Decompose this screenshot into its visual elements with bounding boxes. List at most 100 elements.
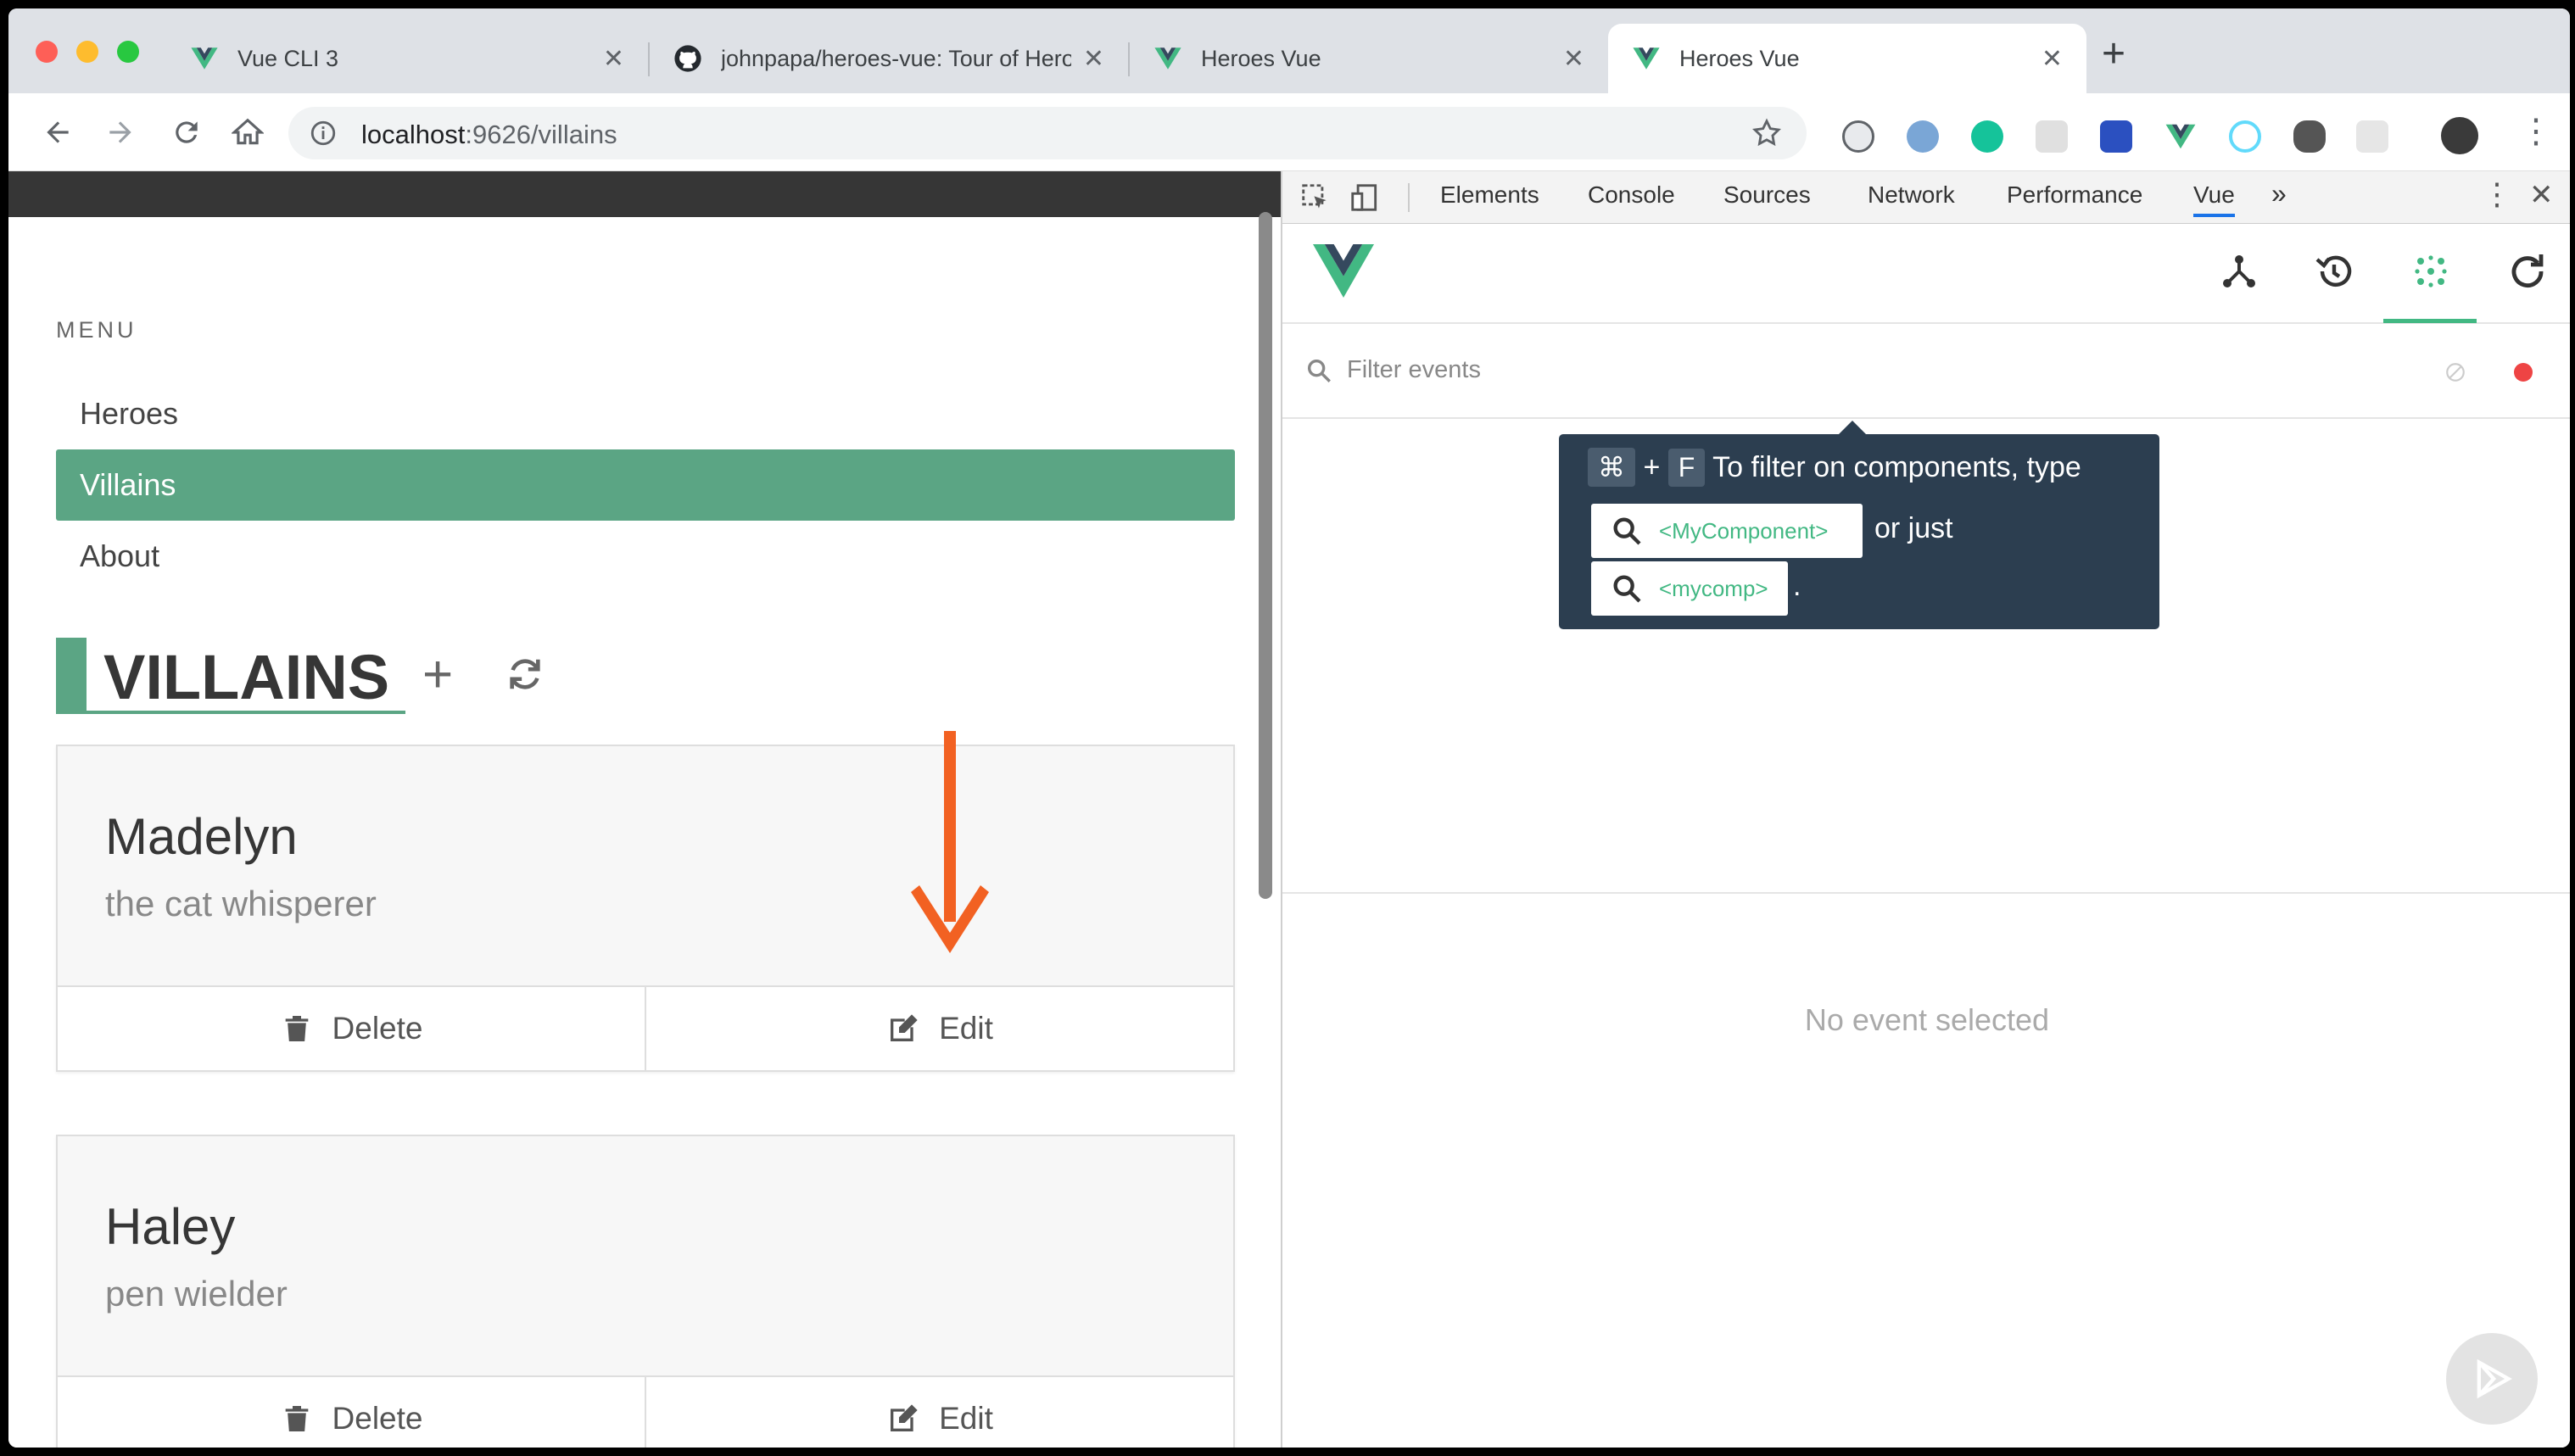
extension-icon[interactable] (2100, 120, 2132, 153)
more-tabs-button[interactable]: » (2271, 178, 2287, 209)
close-tab-icon[interactable]: ✕ (1083, 44, 1104, 74)
play-overlay-button[interactable] (2446, 1333, 2538, 1425)
f-key: F (1667, 449, 1706, 487)
vue-devtools-extension-icon[interactable] (2164, 120, 2197, 153)
inspect-element-icon[interactable] (1299, 181, 1332, 214)
annotation-arrow-icon (911, 731, 989, 953)
refresh-icon[interactable] (2507, 251, 2548, 292)
tab-elements[interactable]: Elements (1440, 181, 1539, 209)
tab-performance[interactable]: Performance (2007, 181, 2142, 209)
browser-tab[interactable]: Heroes Vue ✕ (1130, 24, 1608, 93)
vue-devtools-header (1282, 224, 2570, 324)
menu-item-heroes[interactable]: Heroes (56, 378, 1235, 449)
villain-card[interactable]: Haley pen wielder Delete Edit (56, 1135, 1235, 1448)
panel-divider[interactable] (1282, 892, 2570, 894)
home-button[interactable] (226, 110, 270, 154)
menu-item-villains[interactable]: Villains (56, 449, 1235, 521)
menu-item-label: Heroes (80, 396, 179, 431)
filter-events-input[interactable] (1347, 356, 2280, 384)
history-icon[interactable] (2314, 251, 2354, 292)
filter-tooltip: ⌘ + F To filter on components, type <MyC… (1559, 421, 2159, 629)
clear-events-icon[interactable] (2444, 361, 2466, 383)
filter-bar (1282, 324, 2570, 419)
extension-icon[interactable] (2356, 120, 2388, 153)
url-path: :9626/villains (465, 120, 617, 149)
info-icon[interactable] (309, 119, 338, 148)
avatar[interactable] (2441, 117, 2478, 154)
tooltip-caret (1839, 421, 1866, 434)
edit-button[interactable]: Edit (645, 987, 1233, 1070)
edit-button[interactable]: Edit (645, 1377, 1233, 1448)
vue-logo-icon (1633, 47, 1660, 70)
search-icon (1613, 517, 1641, 545)
villain-name: Madelyn (105, 808, 298, 865)
browser-tab[interactable]: johnpapa/heroes-vue: Tour of Heroes ✕ (650, 24, 1128, 93)
tooltip-text: . (1793, 570, 1801, 602)
villain-description: pen wielder (105, 1274, 288, 1314)
tab-network[interactable]: Network (1868, 181, 1955, 209)
active-tab-indicator (2383, 319, 2477, 323)
close-devtools-icon[interactable]: ✕ (2529, 178, 2554, 212)
delete-button[interactable]: Delete (58, 1377, 645, 1448)
villain-description: the cat whisperer (105, 884, 377, 923)
extension-icon[interactable] (2036, 120, 2068, 153)
record-events-button[interactable] (2514, 363, 2533, 382)
browser-menu-icon[interactable]: ⋮ (2519, 112, 2553, 151)
tab-console[interactable]: Console (1588, 181, 1675, 209)
empty-state-text: No event selected (1804, 1002, 2050, 1037)
browser-tab[interactable]: Vue CLI 3 ✕ (166, 24, 648, 93)
back-arrow-icon (47, 121, 69, 143)
extension-icon[interactable] (1842, 120, 1874, 153)
delete-label: Delete (332, 1401, 423, 1436)
delete-label: Delete (332, 1011, 423, 1046)
tab-divider (1408, 183, 1410, 212)
reload-button[interactable] (165, 110, 209, 154)
edit-icon (891, 1404, 918, 1431)
refresh-icon[interactable] (506, 655, 545, 694)
close-tab-icon[interactable]: ✕ (2042, 44, 2063, 74)
close-tab-icon[interactable]: ✕ (603, 44, 624, 74)
grammarly-icon[interactable] (1971, 120, 2003, 153)
app-navbar (8, 171, 1281, 217)
device-toolbar-icon[interactable] (1349, 181, 1381, 214)
github-icon (674, 45, 701, 72)
browser-window: Vue CLI 3 ✕ johnpapa/heroes-vue: Tour of… (8, 8, 2570, 1448)
page-title: VILLAINS (103, 642, 390, 712)
forward-button[interactable] (98, 110, 142, 154)
tab-strip: Vue CLI 3 ✕ johnpapa/heroes-vue: Tour of… (8, 8, 2570, 93)
page-scrollbar[interactable] (1259, 212, 1272, 899)
bookmark-star-icon[interactable] (1751, 117, 1783, 149)
close-tab-icon[interactable]: ✕ (1563, 44, 1584, 74)
delete-button[interactable]: Delete (58, 987, 645, 1070)
menu-label: MENU (56, 317, 137, 343)
tooltip-text: or just (1874, 512, 1953, 544)
browser-toolbar: localhost:9626/villains ⋮ (8, 93, 2570, 171)
react-devtools-icon[interactable] (2229, 120, 2261, 153)
minimize-window-button[interactable] (76, 41, 98, 63)
zoom-window-button[interactable] (117, 41, 139, 63)
back-button[interactable] (36, 110, 80, 154)
example-chip: <mycomp> (1591, 561, 1788, 616)
devtools-menu-icon[interactable]: ⋮ (2482, 176, 2512, 212)
components-tree-icon[interactable] (2219, 251, 2259, 292)
menu-item-about[interactable]: About (56, 521, 1235, 592)
events-icon[interactable] (2410, 251, 2451, 292)
new-tab-button[interactable]: + (2102, 34, 2125, 75)
card-footer: Delete Edit (58, 985, 1233, 1070)
home-icon (232, 118, 264, 145)
cmd-key: ⌘ (1588, 448, 1635, 487)
tab-sources[interactable]: Sources (1723, 181, 1811, 209)
trash-icon (285, 1016, 308, 1041)
plus-text: + (1643, 451, 1661, 483)
address-bar[interactable]: localhost:9626/villains (288, 107, 1807, 159)
example-text: <MyComponent> (1659, 517, 1829, 544)
add-villain-button[interactable]: + (422, 644, 453, 705)
tab-vue[interactable]: Vue (2193, 181, 2235, 217)
villain-card[interactable]: Madelyn the cat whisperer Delete Edit (56, 745, 1235, 1072)
close-window-button[interactable] (36, 41, 58, 63)
edit-label: Edit (939, 1401, 993, 1436)
extension-icon[interactable] (2293, 120, 2326, 153)
browser-tab-active[interactable]: Heroes Vue ✕ (1608, 24, 2086, 93)
search-icon (1307, 359, 1331, 382)
extension-icon[interactable] (1907, 120, 1939, 153)
